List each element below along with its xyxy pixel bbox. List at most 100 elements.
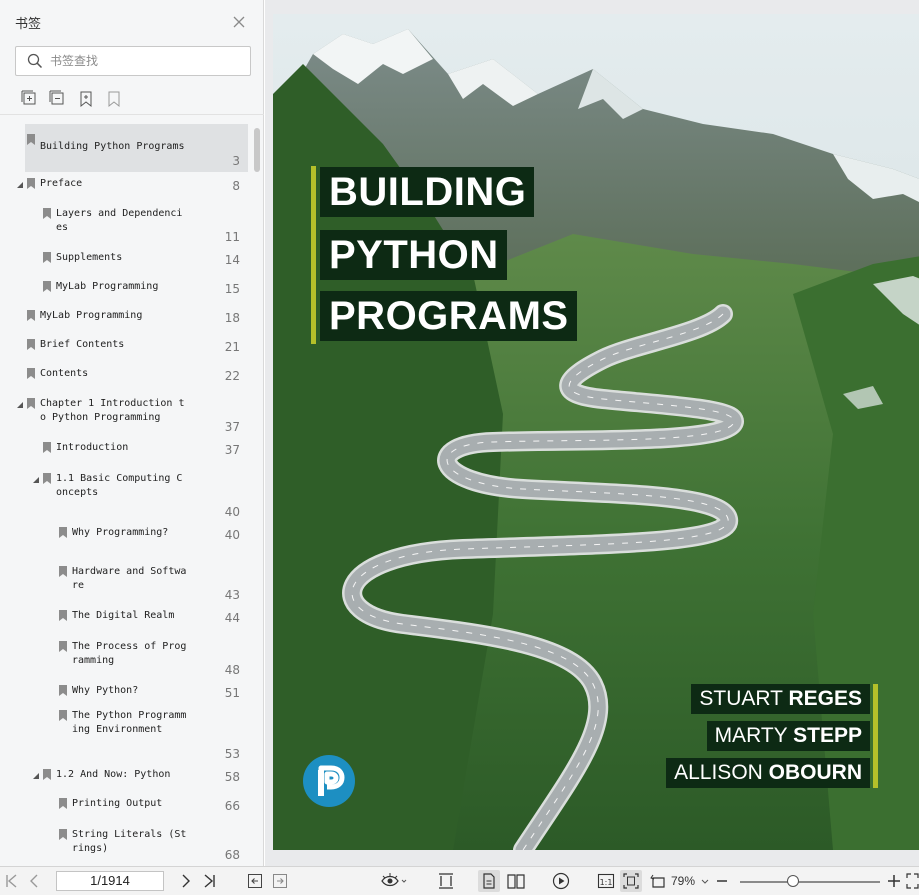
eye-protection-icon[interactable] — [381, 872, 407, 890]
zoom-slider-handle[interactable] — [787, 875, 799, 887]
bookmark-item[interactable]: The Digital Realm 44 — [0, 606, 252, 637]
bookmark-icon — [27, 178, 35, 189]
bookmark-item[interactable]: Brief Contents 21 — [0, 335, 252, 364]
search-icon — [27, 53, 43, 69]
bookmark-item[interactable]: 1.1 Basic Computing C oncepts 40 — [0, 469, 252, 523]
bookmark-page-number: 3 — [232, 154, 240, 168]
bookmark-page-number: 15 — [224, 282, 240, 296]
last-page-icon[interactable] — [203, 872, 217, 890]
single-page-icon[interactable] — [481, 872, 497, 890]
bookmark-page-number: 18 — [224, 311, 240, 325]
bookmark-icon — [59, 527, 67, 538]
bookmark-page-number: 14 — [224, 253, 240, 267]
forward-view-icon[interactable] — [272, 872, 288, 890]
expand-all-icon[interactable] — [19, 88, 41, 110]
collapse-triangle-icon[interactable] — [15, 400, 25, 410]
bookmark-item[interactable]: Introduction 37 — [0, 438, 252, 469]
fit-page-icon[interactable] — [623, 872, 639, 890]
bookmark-page-number: 8 — [232, 179, 240, 193]
bookmark-icon — [59, 566, 67, 577]
collapse-triangle-icon[interactable] — [31, 771, 41, 781]
collapse-triangle-icon[interactable] — [15, 180, 25, 190]
bookmark-item[interactable]: Chapter 1 Introduction t o Python Progra… — [0, 394, 252, 438]
bookmark-label: Why Programming? — [72, 527, 169, 538]
document-view[interactable]: BUILDING PYTHON PROGRAMS STUART REGES MA… — [265, 0, 919, 866]
bookmark-item[interactable]: Why Python? 51 — [0, 681, 252, 706]
bookmark-label: Chapter 1 Introduction t o Python Progra… — [40, 398, 185, 423]
bookmark-page-number: 40 — [224, 505, 240, 519]
bookmark-item[interactable]: MyLab Programming 15 — [0, 277, 252, 306]
bookmark-item[interactable]: Printing Output 66 — [0, 794, 252, 825]
bookmark-label: MyLab Programming — [56, 281, 159, 292]
bookmark-item[interactable]: Layers and Dependenci es 11 — [0, 204, 252, 248]
bookmark-item[interactable]: Preface 8 — [0, 174, 252, 204]
bookmark-search-box[interactable] — [15, 46, 251, 76]
zoom-dropdown-icon[interactable] — [700, 872, 710, 890]
bookmark-label: Supplements — [56, 252, 123, 263]
sidebar-scrollbar[interactable] — [254, 128, 260, 172]
bookmark-label: Contents — [40, 368, 89, 379]
bookmark-label: 1.1 Basic Computing C oncepts — [56, 473, 183, 498]
close-icon[interactable] — [230, 13, 248, 31]
bookmark-page-number: 51 — [224, 686, 240, 700]
bookmark-item[interactable]: Hardware and Softwa re 43 — [0, 562, 252, 606]
bookmark-item[interactable]: The Python Programm ing Environment 53 — [0, 706, 252, 765]
zoom-level[interactable]: 79% — [671, 874, 695, 888]
sidebar-header: 书签 — [0, 0, 264, 44]
bookmark-icon — [27, 398, 35, 409]
back-view-icon[interactable] — [247, 872, 263, 890]
bookmark-page-number: 37 — [224, 443, 240, 457]
add-bookmark-icon[interactable] — [75, 88, 97, 110]
collapse-all-icon[interactable] — [47, 88, 69, 110]
bookmark-icon — [27, 134, 35, 145]
zoom-in-icon[interactable] — [887, 872, 901, 890]
rotate-icon[interactable] — [650, 872, 668, 890]
title-accent-bar — [311, 166, 316, 344]
first-page-icon[interactable] — [4, 872, 18, 890]
bookmark-page-number: 44 — [224, 611, 240, 625]
bookmark-page-number: 21 — [224, 340, 240, 354]
bookmark-icon — [59, 685, 67, 696]
bookmark-icon — [43, 769, 51, 780]
svg-text:1:1: 1:1 — [600, 878, 613, 887]
bookmark-icon — [27, 339, 35, 350]
collapse-triangle-icon[interactable] — [31, 475, 41, 485]
bookmark-item[interactable]: Why Programming? 40 — [0, 523, 252, 562]
bookmark-icon[interactable] — [103, 88, 125, 110]
zoom-slider-track[interactable] — [740, 881, 880, 883]
bookmark-page-number: 40 — [224, 528, 240, 542]
two-page-icon[interactable] — [506, 872, 526, 890]
status-bar: 1/1914 1:1 79% — [0, 866, 919, 895]
bookmark-icon — [43, 442, 51, 453]
bookmark-item[interactable]: Building Python Programs 3 — [0, 124, 252, 172]
bookmark-label: Layers and Dependenci es — [56, 208, 183, 233]
previous-page-icon[interactable] — [28, 872, 40, 890]
bookmark-page-number: 48 — [224, 663, 240, 677]
bookmark-search-input[interactable] — [50, 51, 240, 71]
bookmark-label: Hardware and Softwa re — [72, 566, 187, 591]
cover-title-line-3: PROGRAMS — [320, 291, 577, 341]
cover-title-line-2: PYTHON — [320, 230, 507, 280]
fit-width-icon[interactable] — [437, 872, 455, 890]
bookmark-icon — [27, 310, 35, 321]
zoom-out-icon[interactable] — [716, 872, 728, 890]
author-3: ALLISON OBOURN — [666, 758, 870, 788]
bookmark-item[interactable]: Contents 22 — [0, 364, 252, 394]
bookmark-icon — [43, 252, 51, 263]
actual-size-icon[interactable]: 1:1 — [597, 872, 615, 890]
bookmark-item[interactable]: String Literals (St rings) 68 — [0, 825, 252, 866]
bookmark-label: Preface — [40, 178, 83, 189]
bookmark-item[interactable]: MyLab Programming 18 — [0, 306, 252, 335]
next-page-icon[interactable] — [180, 872, 192, 890]
bookmark-label: The Process of Prog ramming — [72, 641, 187, 666]
bookmark-item[interactable]: 1.2 And Now: Python 58 — [0, 765, 252, 794]
play-icon[interactable] — [552, 872, 570, 890]
bookmark-item[interactable]: Supplements 14 — [0, 248, 252, 277]
page-number-input[interactable]: 1/1914 — [56, 871, 164, 891]
bookmark-label: Introduction — [56, 442, 129, 453]
bookmark-page-number: 43 — [224, 588, 240, 602]
bookmark-label: String Literals (St rings) — [72, 829, 187, 854]
fullscreen-icon[interactable] — [906, 872, 919, 890]
bookmark-label: Why Python? — [72, 685, 139, 696]
bookmark-item[interactable]: The Process of Prog ramming 48 — [0, 637, 252, 681]
